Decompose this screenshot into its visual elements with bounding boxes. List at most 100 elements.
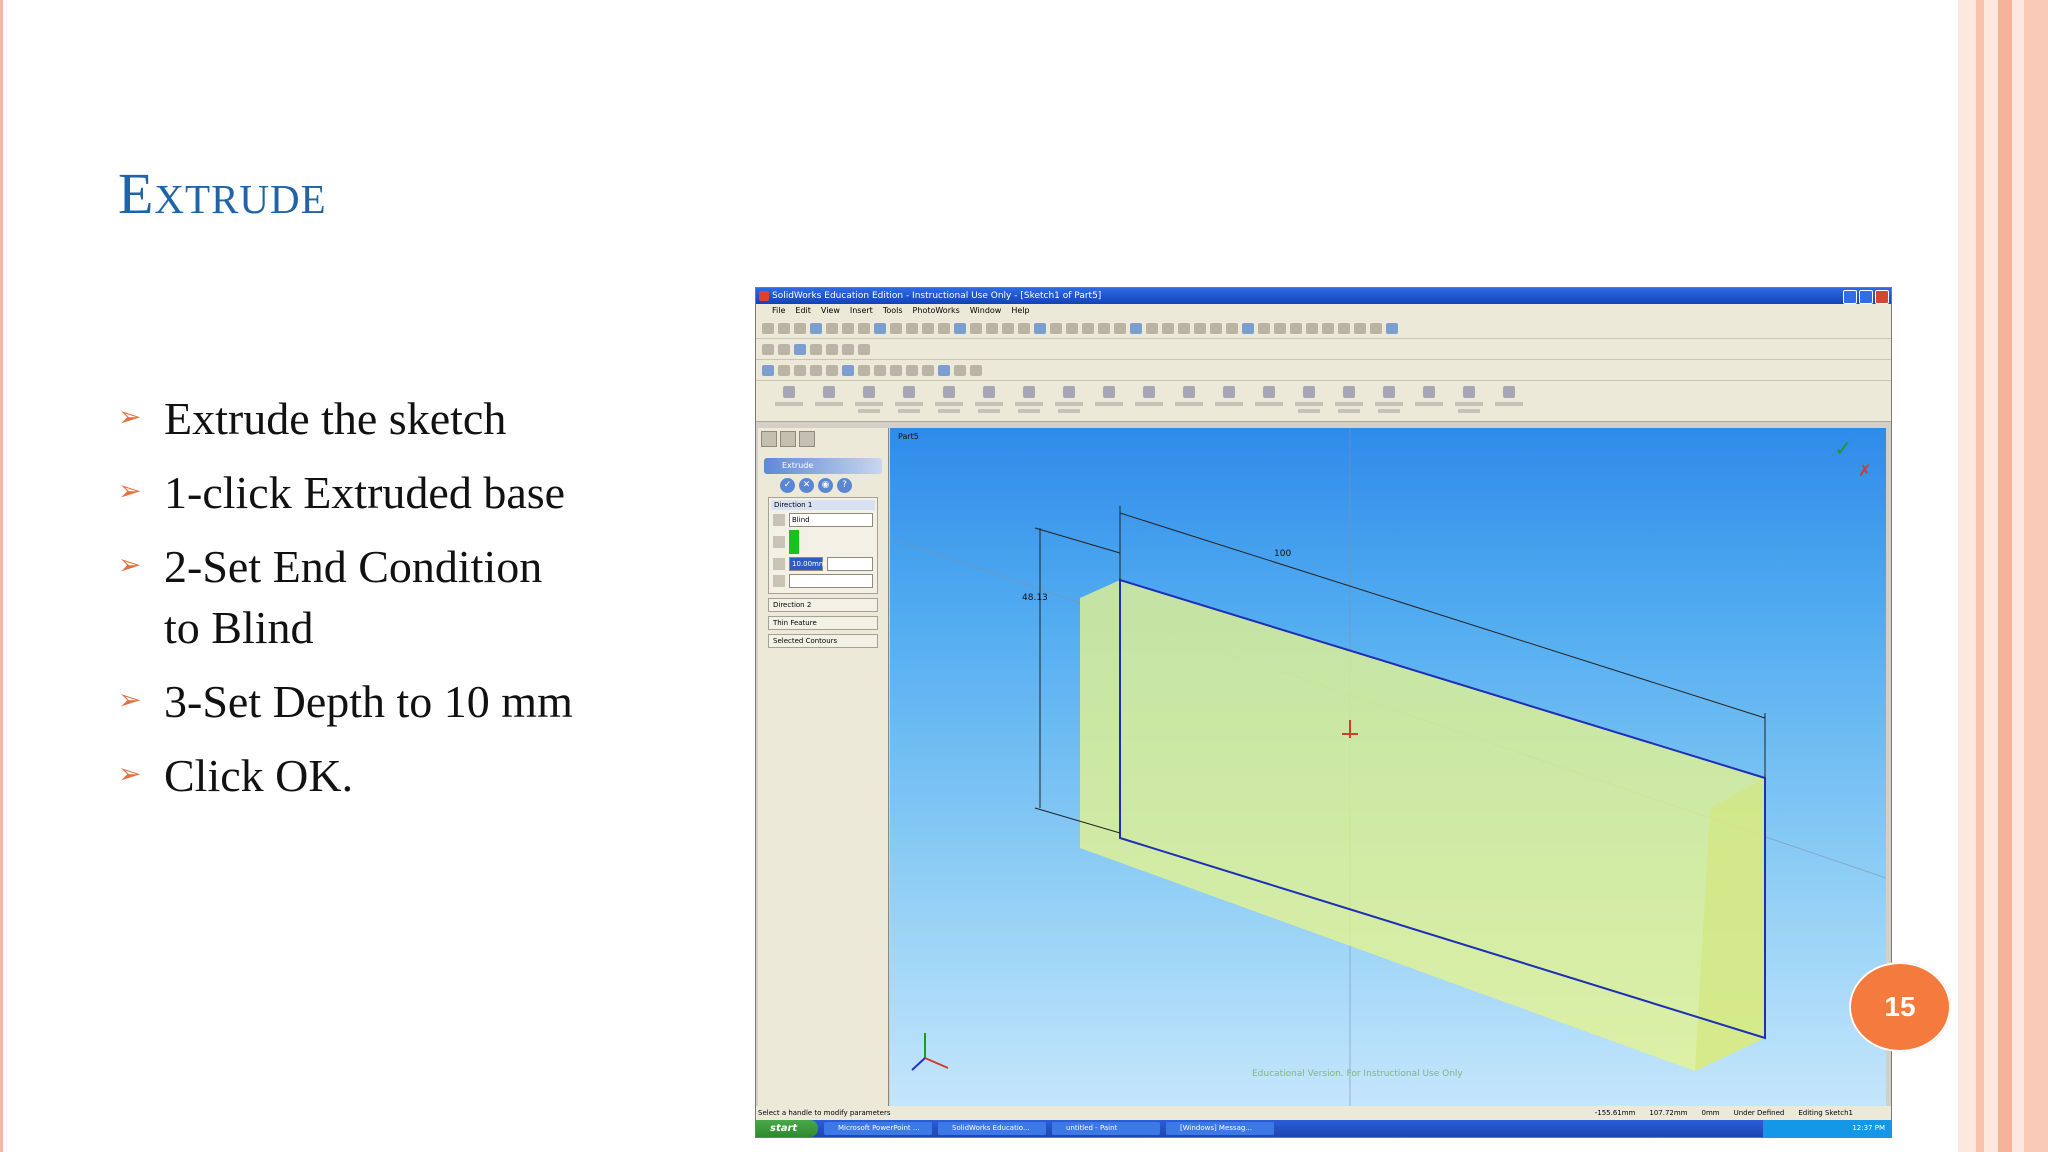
toolbar-button-icon[interactable] [954, 364, 966, 376]
command-button[interactable] [1214, 386, 1244, 416]
toolbar-button-icon[interactable] [1146, 322, 1158, 334]
toolbar-button-icon[interactable] [906, 322, 918, 334]
command-button[interactable] [1014, 386, 1044, 416]
toolbar-button-icon[interactable] [1274, 322, 1286, 334]
command-button[interactable] [774, 386, 804, 416]
command-button[interactable] [814, 386, 844, 416]
toolbar-button-icon[interactable] [1338, 322, 1350, 334]
toolbar-button-icon[interactable] [1306, 322, 1318, 334]
toolbar-button-icon[interactable] [858, 343, 870, 355]
toolbar-button-icon[interactable] [1386, 322, 1398, 334]
toolbar-button-icon[interactable] [1194, 322, 1206, 334]
toolbar-button-icon[interactable] [810, 322, 822, 334]
menu-file[interactable]: File [772, 304, 785, 318]
menu-insert[interactable]: Insert [850, 304, 873, 318]
toolbar-button-icon[interactable] [810, 343, 822, 355]
toolbar-button-icon[interactable] [890, 364, 902, 376]
toolbar-button-icon[interactable] [826, 322, 838, 334]
toolbar-button-icon[interactable] [1162, 322, 1174, 334]
direction-vector-field[interactable] [789, 530, 799, 554]
command-button[interactable] [1294, 386, 1324, 416]
toolbar-button-icon[interactable] [1226, 322, 1238, 334]
direction1-label[interactable]: Direction 1 [771, 500, 875, 510]
toolbar-button-icon[interactable] [762, 322, 774, 334]
height-dimension-label[interactable]: 48.13 [1022, 593, 1048, 603]
confirm-cancel-icon[interactable]: ✗ [1858, 461, 1871, 480]
taskbar-item[interactable]: untitled - Paint [1052, 1122, 1160, 1135]
thin-feature-group[interactable]: Thin Feature [768, 616, 878, 630]
menu-photoworks[interactable]: PhotoWorks [913, 304, 960, 318]
command-button[interactable] [894, 386, 924, 416]
toolbar-button-icon[interactable] [1322, 322, 1334, 334]
toolbar-button-icon[interactable] [1066, 322, 1078, 334]
menu-view[interactable]: View [821, 304, 840, 318]
toolbar-button-icon[interactable] [826, 364, 838, 376]
toolbar-button-icon[interactable] [1018, 322, 1030, 334]
command-button[interactable] [1094, 386, 1124, 416]
taskbar-item[interactable]: Microsoft PowerPoint ... [824, 1122, 932, 1135]
command-button[interactable] [1134, 386, 1164, 416]
toolbar-button-icon[interactable] [922, 364, 934, 376]
depth-spinner[interactable] [827, 557, 873, 571]
toolbar-button-icon[interactable] [1210, 322, 1222, 334]
toolbar-button-icon[interactable] [842, 343, 854, 355]
command-button[interactable] [1454, 386, 1484, 416]
toolbar-button-icon[interactable] [1242, 322, 1254, 334]
toolbar-button-icon[interactable] [794, 322, 806, 334]
property-tab-icon[interactable] [780, 431, 796, 447]
toolbar-button-icon[interactable] [954, 322, 966, 334]
command-button[interactable] [934, 386, 964, 416]
toolbar-button-icon[interactable] [970, 364, 982, 376]
graphics-viewport[interactable]: Part5 100 48.13 Educational Version. For… [890, 428, 1886, 1108]
direction2-group[interactable]: Direction 2 [768, 598, 878, 612]
depth-input[interactable]: 10.00mm [789, 557, 826, 571]
draft-input[interactable] [789, 574, 873, 588]
command-button[interactable] [1374, 386, 1404, 416]
toolbar-button-icon[interactable] [810, 364, 822, 376]
toolbar-button-icon[interactable] [858, 364, 870, 376]
toolbar-button-icon[interactable] [826, 343, 838, 355]
toolbar-button-icon[interactable] [970, 322, 982, 334]
toolbar-button-icon[interactable] [1370, 322, 1382, 334]
preview-button[interactable]: ◉ [818, 478, 833, 493]
toolbar-button-icon[interactable] [778, 343, 790, 355]
toolbar-button-icon[interactable] [890, 322, 902, 334]
toolbar-button-icon[interactable] [1114, 322, 1126, 334]
ok-button[interactable]: ✓ [780, 478, 795, 493]
draft-icon[interactable] [773, 575, 785, 587]
command-button[interactable] [974, 386, 1004, 416]
menu-tools[interactable]: Tools [883, 304, 903, 318]
toolbar-button-icon[interactable] [794, 343, 806, 355]
toolbar-button-icon[interactable] [938, 322, 950, 334]
toolbar-button-icon[interactable] [1082, 322, 1094, 334]
close-icon[interactable] [1875, 290, 1889, 304]
toolbar-button-icon[interactable] [1002, 322, 1014, 334]
toolbar-button-icon[interactable] [1178, 322, 1190, 334]
toolbar-button-icon[interactable] [986, 322, 998, 334]
command-button[interactable] [854, 386, 884, 416]
toolbar-button-icon[interactable] [842, 322, 854, 334]
toolbar-button-icon[interactable] [794, 364, 806, 376]
taskbar-item[interactable]: SolidWorks Educatio... [938, 1122, 1046, 1135]
minimize-icon[interactable] [1843, 290, 1857, 304]
toolbar-button-icon[interactable] [1098, 322, 1110, 334]
confirm-ok-icon[interactable]: ✓ [1834, 437, 1852, 462]
toolbar-button-icon[interactable] [842, 364, 854, 376]
toolbar-button-icon[interactable] [938, 364, 950, 376]
selected-contours-group[interactable]: Selected Contours [768, 634, 878, 648]
system-tray-clock[interactable]: 12:37 PM [1763, 1120, 1891, 1137]
toolbar-button-icon[interactable] [778, 322, 790, 334]
toolbar-button-icon[interactable] [778, 364, 790, 376]
toolbar-button-icon[interactable] [874, 322, 886, 334]
toolbar-button-icon[interactable] [858, 322, 870, 334]
reverse-direction-icon[interactable] [773, 514, 785, 526]
toolbar-button-icon[interactable] [762, 343, 774, 355]
start-button[interactable]: start [756, 1120, 818, 1137]
taskbar-item[interactable]: [Windows] Messag... [1166, 1122, 1274, 1135]
menu-help[interactable]: Help [1011, 304, 1029, 318]
command-button[interactable] [1334, 386, 1364, 416]
toolbar-button-icon[interactable] [1034, 322, 1046, 334]
command-button[interactable] [1254, 386, 1284, 416]
toolbar-button-icon[interactable] [1290, 322, 1302, 334]
config-tab-icon[interactable] [799, 431, 815, 447]
